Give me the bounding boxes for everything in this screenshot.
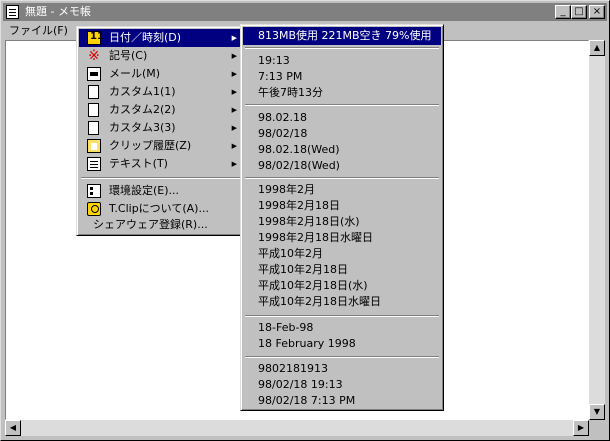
- menu-item-custom2[interactable]: カスタム2(2) ▶: [79, 101, 243, 119]
- settings-icon: [87, 184, 101, 198]
- minimize-button[interactable]: _: [555, 5, 571, 19]
- document-icon: [88, 121, 99, 135]
- size-grip[interactable]: [589, 420, 605, 436]
- menu-separator: [245, 104, 439, 106]
- text-grid-icon: [87, 157, 101, 171]
- date-time-submenu: 813MB使用 221MB空き 79%使用 19:13 7:13 PM 午後7時…: [240, 24, 444, 411]
- menu-separator: [81, 177, 241, 179]
- menu-item-mail[interactable]: メール(M) ▶: [79, 65, 243, 83]
- submenu-arrow-icon: ▶: [231, 88, 237, 96]
- maximize-button[interactable]: □: [571, 5, 587, 19]
- menu-item-preferences[interactable]: 環境設定(E)...: [79, 182, 243, 200]
- submenu-arrow-icon: ▶: [231, 52, 237, 60]
- about-icon: [87, 202, 101, 216]
- menu-item-clip-history[interactable]: クリップ履歴(Z) ▶: [79, 137, 243, 155]
- scroll-up-icon[interactable]: ▲: [589, 40, 605, 56]
- submenu-arrow-icon: ▶: [231, 34, 237, 42]
- notepad-icon[interactable]: [6, 5, 19, 19]
- asterisk-symbol-icon: ※: [88, 48, 100, 64]
- menu-file[interactable]: ファイル(F): [9, 24, 68, 37]
- scroll-down-icon[interactable]: ▼: [589, 404, 605, 420]
- submenu-arrow-icon: ▶: [231, 160, 237, 168]
- tclip-popup-menu: 11 日付／時刻(D) ▶ ※ 記号(C) ▶ メール(M) ▶ カスタム1(1…: [76, 26, 246, 236]
- submenu-arrow-icon: ▶: [231, 124, 237, 132]
- calendar-icon: 11: [87, 31, 104, 45]
- menu-item-text[interactable]: テキスト(T) ▶: [79, 155, 243, 173]
- window-title: 無題 - メモ帳: [25, 5, 91, 18]
- menu-separator: [245, 356, 439, 358]
- submenu-item[interactable]: 98/02/18 7:13 PM: [243, 392, 441, 410]
- scroll-left-icon[interactable]: ◀: [5, 420, 21, 436]
- submenu-item[interactable]: 平成10年2月18日水曜日: [243, 293, 441, 311]
- menu-separator: [245, 47, 439, 49]
- submenu-item[interactable]: 98/02/18(Wed): [243, 157, 441, 175]
- menu-item-date-time[interactable]: 11 日付／時刻(D) ▶: [79, 29, 243, 47]
- close-button[interactable]: ×: [589, 5, 605, 19]
- title-bar[interactable]: 無題 - メモ帳 _ □ ×: [3, 3, 607, 21]
- submenu-item[interactable]: 18 February 1998: [243, 335, 441, 353]
- document-icon: [88, 103, 99, 117]
- menu-item-custom3[interactable]: カスタム3(3) ▶: [79, 119, 243, 137]
- submenu-arrow-icon: ▶: [231, 142, 237, 150]
- scroll-right-icon[interactable]: ▶: [573, 420, 589, 436]
- menu-separator: [245, 177, 439, 179]
- submenu-item[interactable]: 813MB使用 221MB空き 79%使用: [243, 27, 441, 45]
- submenu-item[interactable]: 午後7時13分: [243, 84, 441, 102]
- notepad-window: 無題 - メモ帳 _ □ × ファイル(F) ▲ ▼ ◀ ▶ 11 日付／時刻(…: [0, 0, 610, 441]
- clipboard-icon: [87, 139, 101, 153]
- menu-item-symbols[interactable]: ※ 記号(C) ▶: [79, 47, 243, 65]
- menu-item-shareware-register[interactable]: シェアウェア登録(R)...: [79, 216, 243, 234]
- horizontal-scrollbar[interactable]: ◀ ▶: [5, 420, 589, 436]
- menu-item-custom1[interactable]: カスタム1(1) ▶: [79, 83, 243, 101]
- submenu-arrow-icon: ▶: [231, 106, 237, 114]
- mail-icon: [87, 67, 101, 81]
- menu-separator: [245, 315, 439, 317]
- vertical-scrollbar[interactable]: ▲ ▼: [589, 40, 605, 420]
- document-icon: [88, 85, 99, 99]
- submenu-arrow-icon: ▶: [231, 70, 237, 78]
